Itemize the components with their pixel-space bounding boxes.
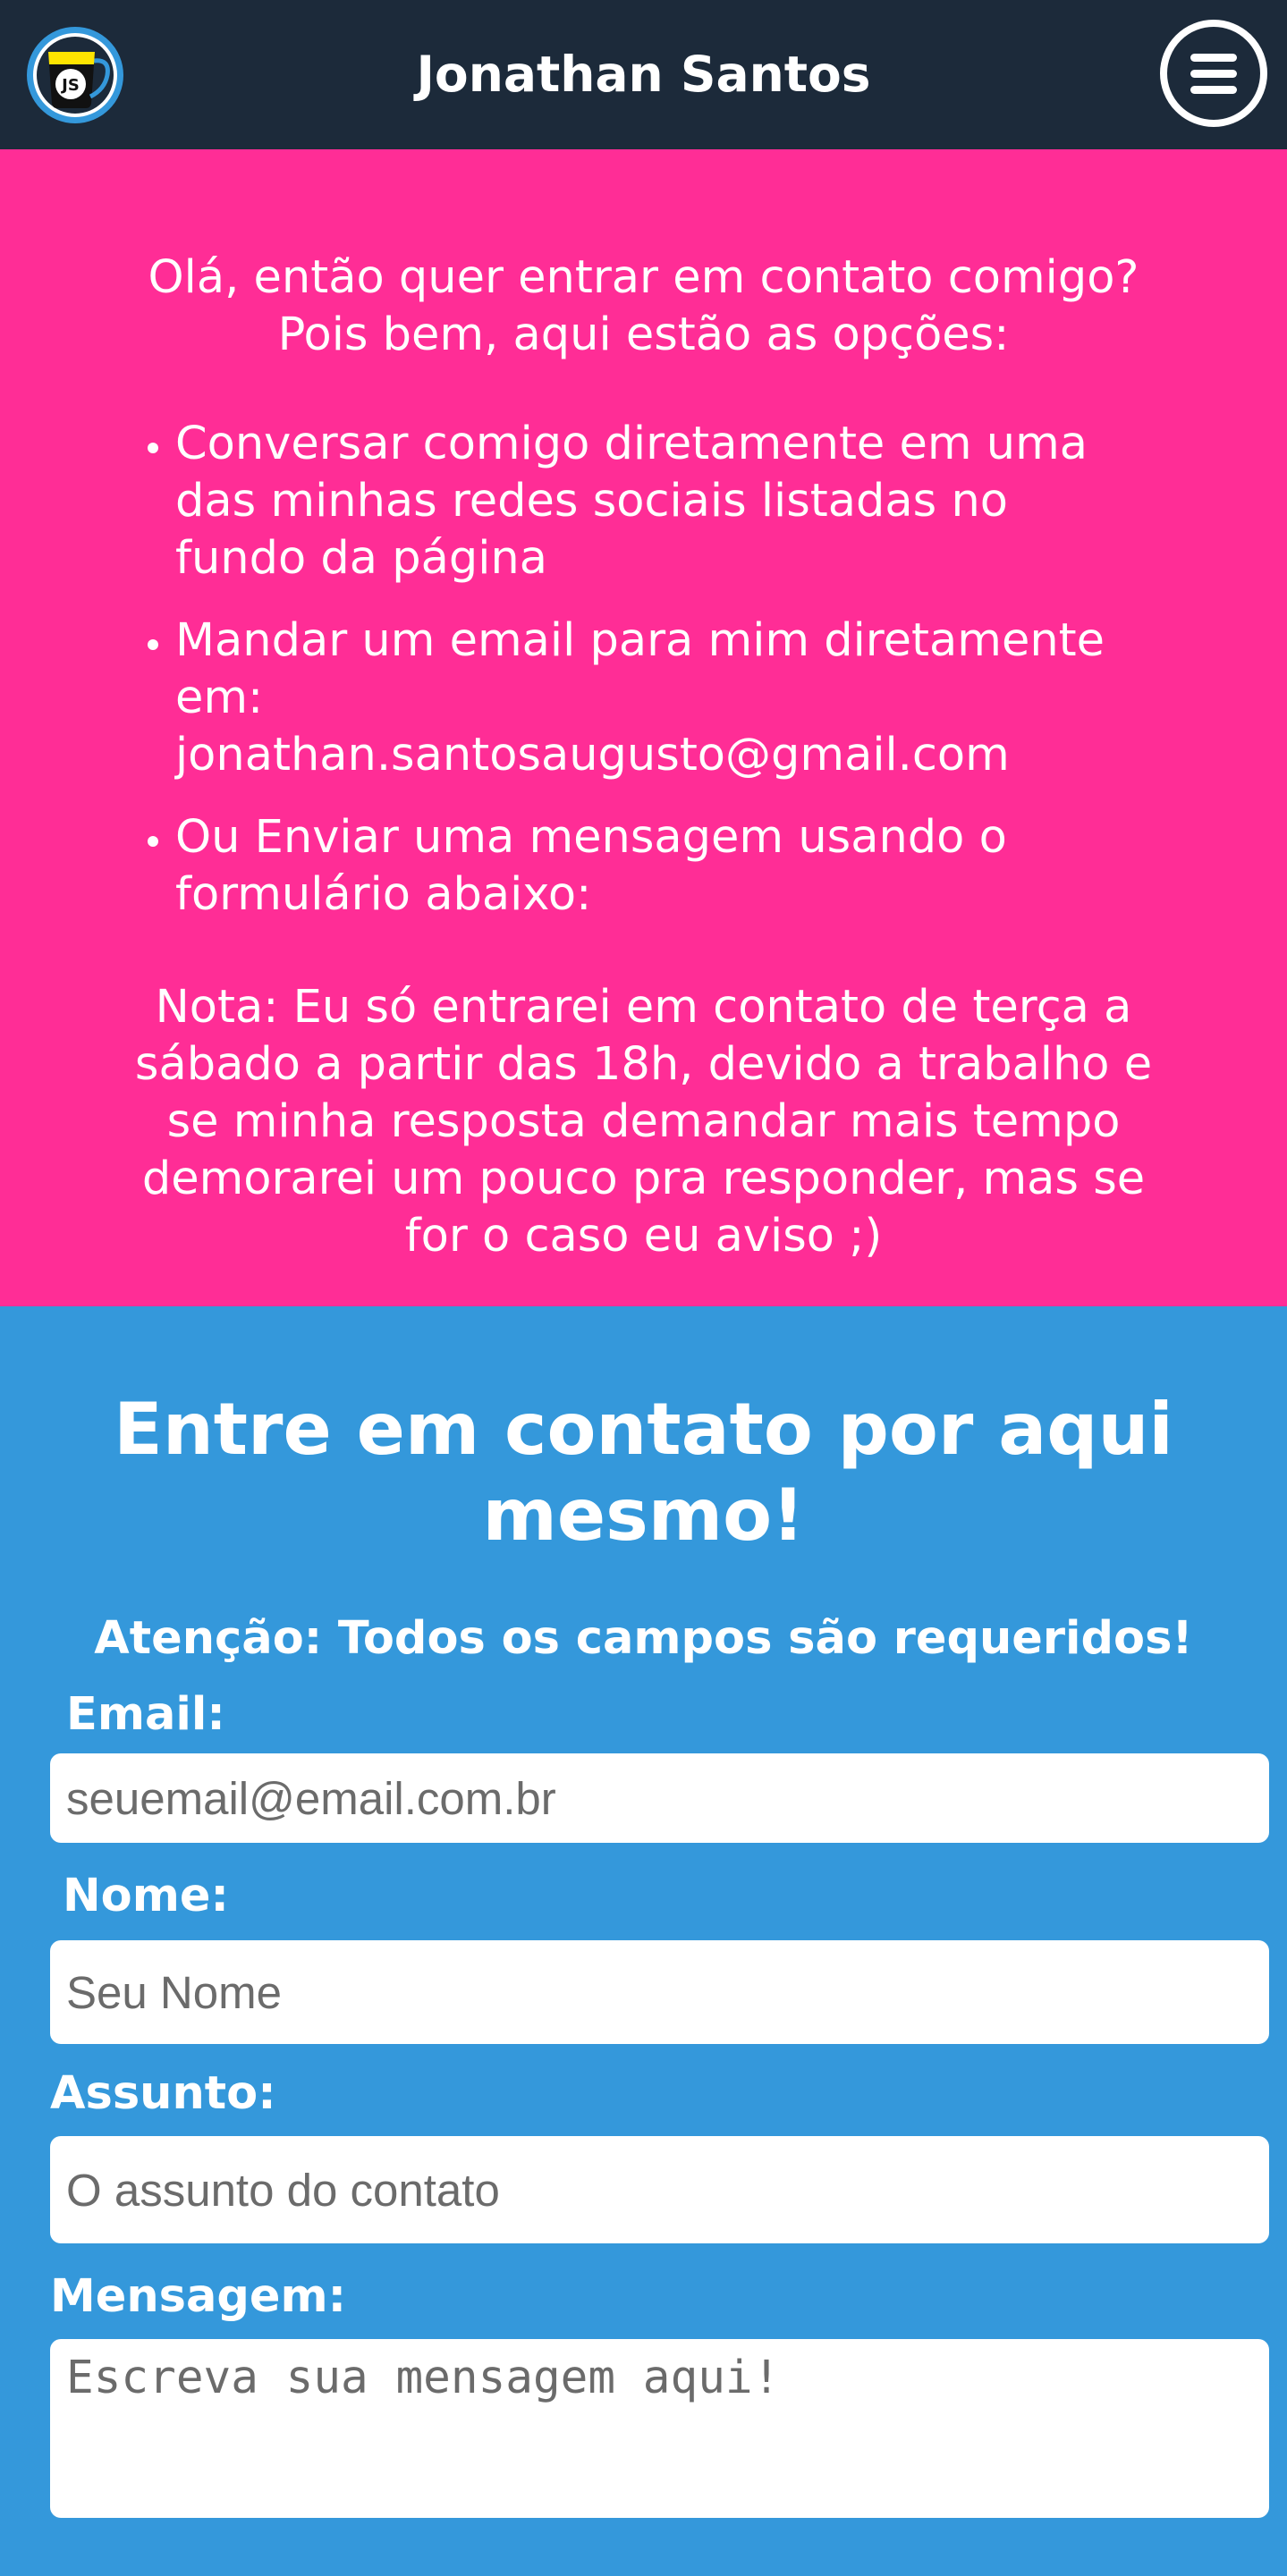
contact-options-list: Conversar comigo diretamente em uma das … <box>0 416 1105 924</box>
intro-line-1: Olá, então quer entrar em contato comigo… <box>148 251 1139 304</box>
contact-form-section: Entre em contato por aqui mesmo! Atenção… <box>0 1306 1287 2518</box>
subject-label: Assunto: <box>50 2067 276 2120</box>
hamburger-menu-icon <box>1160 20 1267 127</box>
intro-text: Olá, então quer entrar em contato comigo… <box>130 249 1158 364</box>
email-field[interactable] <box>50 1753 1269 1843</box>
site-header: JS Jonathan Santos <box>0 0 1287 149</box>
subject-field[interactable] <box>50 2136 1269 2243</box>
message-field[interactable] <box>50 2339 1269 2518</box>
contact-form: Email: Nome: Assunto: Mensagem: <box>0 1688 1287 2518</box>
intro-line-2: Pois bem, aqui estão as opções: <box>277 308 1010 361</box>
list-item: Conversar comigo diretamente em uma das … <box>175 416 1105 587</box>
site-title: Jonathan Santos <box>416 46 871 103</box>
list-item: Mandar um email para mim diretamente em:… <box>175 612 1105 784</box>
message-label: Mensagem: <box>50 2270 347 2323</box>
availability-note: Nota: Eu só entrarei em contato de terça… <box>134 981 1153 1263</box>
name-field[interactable] <box>50 1940 1269 2044</box>
contact-info-section: Olá, então quer entrar em contato comigo… <box>0 149 1287 1306</box>
email-label: Email: <box>66 1688 225 1741</box>
list-item: Ou Enviar uma mensagem usando o formulár… <box>175 809 1105 924</box>
name-label: Nome: <box>63 1870 229 1922</box>
form-title: Entre em contato por aqui mesmo! <box>114 1388 1173 1557</box>
menu-button[interactable] <box>1158 18 1269 129</box>
required-warning: Atenção: Todos os campos são requeridos! <box>94 1612 1193 1665</box>
